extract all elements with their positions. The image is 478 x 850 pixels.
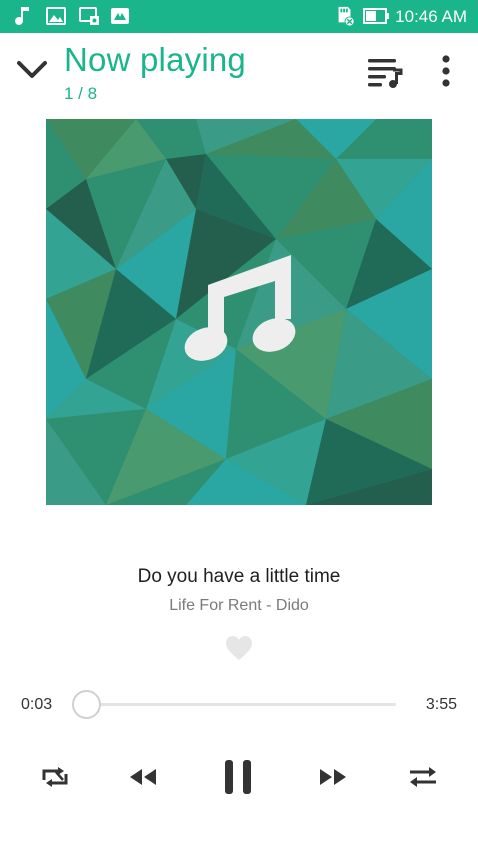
repeat-icon — [42, 767, 68, 787]
sd-card-error-icon — [338, 6, 355, 27]
chevron-down-icon — [17, 61, 47, 78]
pause-button[interactable] — [218, 756, 258, 798]
status-time: 10:46 AM — [395, 7, 467, 26]
fast-forward-icon — [320, 769, 346, 785]
more-vert-icon — [442, 55, 450, 87]
seek-bar[interactable] — [86, 703, 396, 706]
cast-icon — [79, 7, 99, 25]
repeat-button[interactable] — [38, 756, 72, 798]
image-icon — [46, 7, 66, 25]
music-note-icon — [15, 7, 29, 25]
favorite-button[interactable] — [224, 634, 254, 662]
total-time: 3:55 — [425, 696, 457, 713]
album-art — [46, 119, 432, 505]
battery-icon — [363, 8, 389, 24]
pause-icon — [225, 760, 251, 794]
shuffle-icon — [410, 767, 436, 787]
more-options-button[interactable] — [432, 51, 460, 91]
elapsed-time: 0:03 — [21, 696, 53, 713]
gallery-icon — [111, 8, 129, 24]
album-art-pattern — [46, 119, 432, 505]
track-title: Do you have a little time — [137, 566, 341, 587]
page-title: Now playing — [64, 41, 246, 78]
track-album-artist: Life For Rent - Dido — [169, 597, 309, 614]
queue-button[interactable] — [364, 53, 406, 93]
seek-thumb[interactable] — [72, 690, 101, 719]
status-bar: 10:46 AM — [0, 0, 478, 33]
rewind-icon — [130, 769, 156, 785]
collapse-button[interactable] — [12, 49, 52, 89]
rewind-button[interactable] — [126, 756, 160, 798]
fast-forward-button[interactable] — [316, 756, 350, 798]
header: Now playing 1 / 8 — [0, 33, 478, 108]
shuffle-button[interactable] — [404, 756, 442, 798]
track-counter: 1 / 8 — [64, 84, 98, 103]
queue-music-icon — [368, 59, 403, 88]
heart-icon — [226, 636, 252, 660]
